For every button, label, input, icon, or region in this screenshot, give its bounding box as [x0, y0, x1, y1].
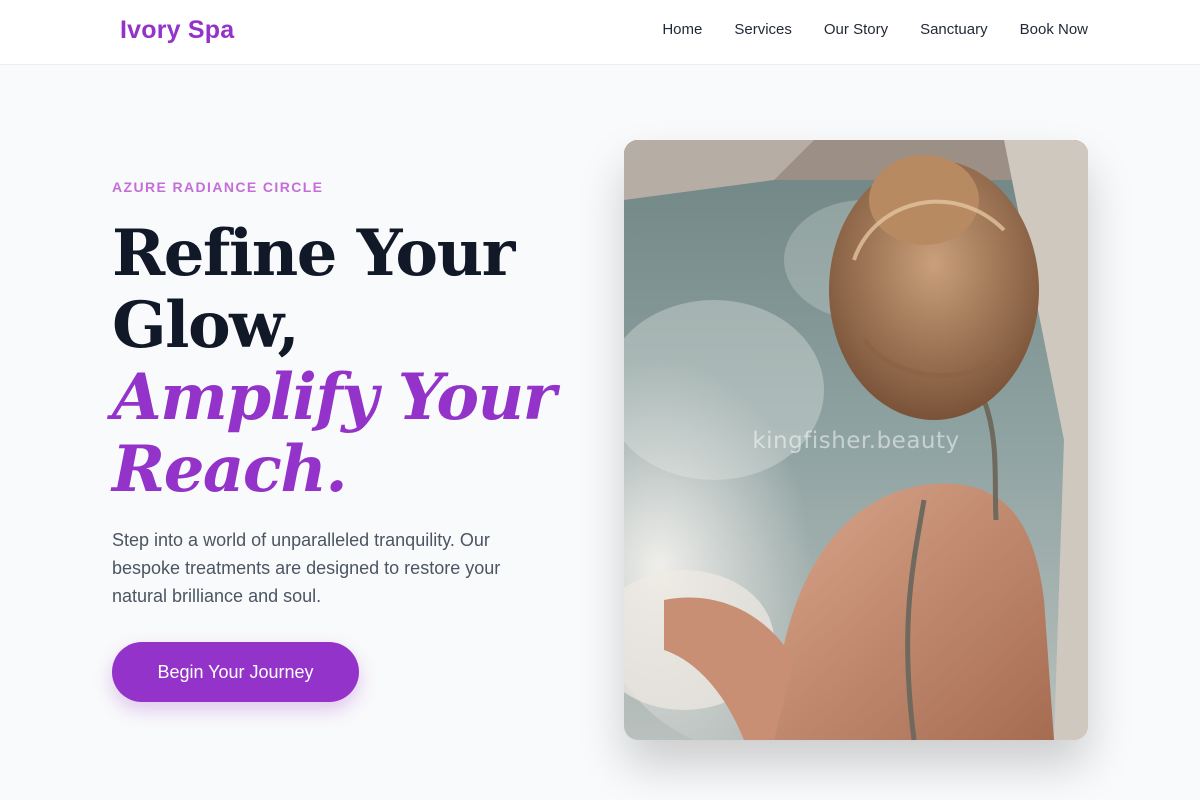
headline-line-3: Amplify Your [112, 360, 556, 435]
begin-journey-button[interactable]: Begin Your Journey [112, 642, 359, 702]
headline-line-4: Reach. [112, 432, 348, 507]
hero-eyebrow: AZURE RADIANCE CIRCLE [112, 179, 324, 195]
main-nav: Home Services Our Story Sanctuary Book N… [662, 21, 1088, 38]
hero-description: Step into a world of unparalleled tranqu… [112, 530, 501, 606]
hero-spa-image: kingfisher.beauty [624, 140, 1088, 740]
brand-logo[interactable]: Ivory Spa [120, 16, 234, 45]
nav-book-now-link[interactable]: Book Now [1020, 21, 1088, 38]
image-watermark: kingfisher.beauty [752, 428, 960, 454]
hero-headline: Refine Your Glow, Amplify Your Reach. [112, 218, 582, 506]
nav-services-link[interactable]: Services [734, 21, 792, 38]
nav-sanctuary-link[interactable]: Sanctuary [920, 21, 988, 38]
headline-line-2: Glow, [112, 288, 300, 363]
nav-home-link[interactable]: Home [662, 21, 702, 38]
nav-our-story-link[interactable]: Our Story [824, 21, 888, 38]
headline-line-1: Refine Your [112, 216, 515, 291]
top-navbar: Ivory Spa Home Services Our Story Sanctu… [0, 0, 1200, 65]
